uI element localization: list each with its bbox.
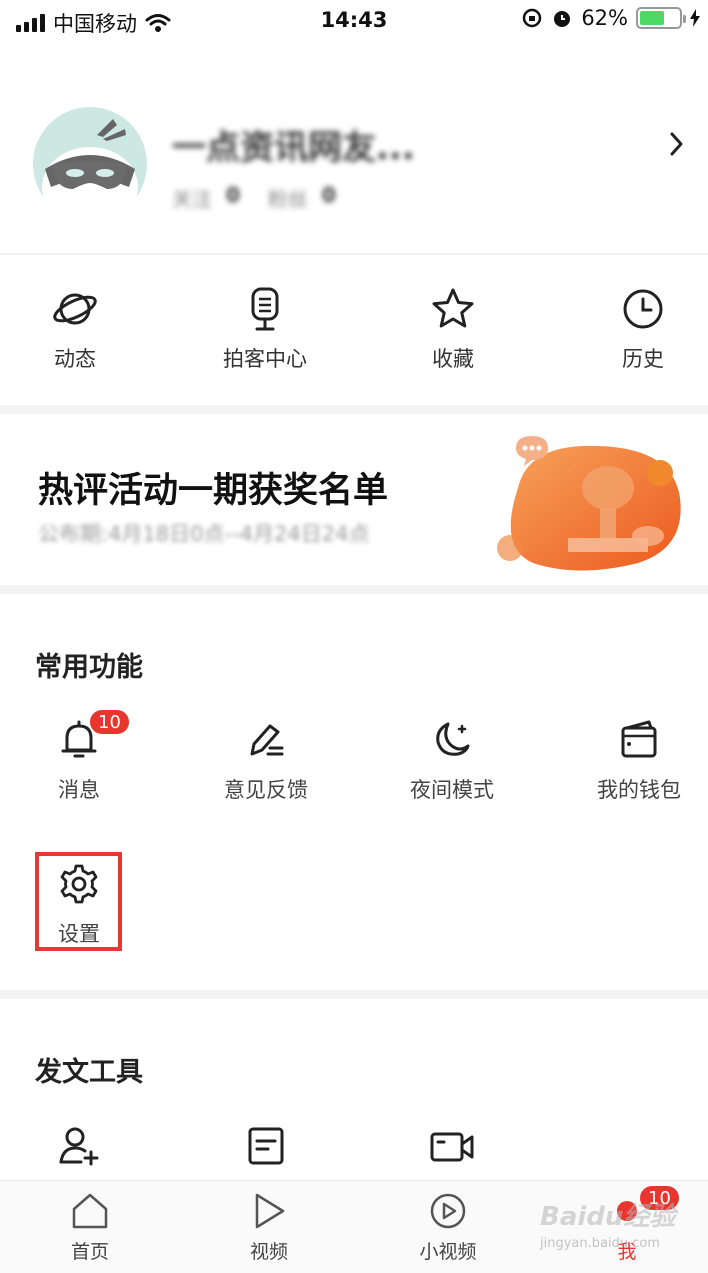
baidu-watermark-url: jingyan.baidu.com — [540, 1236, 660, 1251]
function-item-feedback[interactable]: 意见反馈 — [196, 718, 336, 804]
home-icon — [72, 1193, 108, 1229]
video-camera-icon — [430, 1132, 474, 1162]
quick-item-pai-ke[interactable]: 拍客中心 — [205, 285, 325, 373]
status-bar: 中国移动 14:43 62% — [0, 0, 708, 44]
function-item-label: 夜间模式 — [410, 778, 494, 802]
tool-item-video[interactable] — [382, 1124, 522, 1168]
messages-badge: 10 — [88, 708, 131, 736]
microphone-icon — [251, 287, 279, 331]
charging-icon — [690, 9, 700, 27]
quick-item-label: 拍客中心 — [223, 347, 307, 371]
tab-label: 小视频 — [419, 1241, 477, 1263]
profile-name: 一点资讯网友... — [172, 128, 415, 168]
quick-item-label: 收藏 — [432, 347, 474, 371]
pencil-icon — [250, 724, 284, 756]
profile-stats: 关注 0 粉丝 0 — [172, 183, 336, 212]
following-label: 关注 — [172, 187, 212, 211]
settings-highlight-box — [35, 852, 122, 951]
tool-item-add-user[interactable] — [9, 1124, 149, 1168]
battery-percent: 62% — [581, 6, 628, 30]
article-icon — [248, 1127, 284, 1165]
moon-icon — [436, 722, 470, 756]
clock-icon — [623, 289, 663, 329]
quick-actions: 动态 拍客中心 收藏 历史 — [0, 285, 708, 385]
divider — [0, 990, 708, 999]
tool-item-article[interactable] — [196, 1124, 336, 1168]
star-icon — [432, 288, 474, 328]
banner-title: 热评活动一期获奖名单 — [38, 471, 389, 511]
divider — [0, 585, 708, 594]
trophy-illustration-icon — [497, 436, 681, 571]
avatar[interactable] — [33, 107, 147, 221]
common-functions-title: 常用功能 — [35, 652, 143, 683]
function-item-messages[interactable]: 消息 — [9, 718, 149, 804]
wallet-icon — [621, 720, 657, 758]
ninja-avatar-icon — [42, 119, 138, 221]
function-item-label: 意见反馈 — [224, 778, 308, 802]
chevron-right-icon[interactable] — [668, 130, 686, 158]
tab-label: 视频 — [249, 1241, 288, 1263]
baidu-watermark: Baidu经验 — [540, 1202, 676, 1232]
planet-icon — [53, 293, 97, 325]
rotation-lock-icon — [523, 8, 542, 28]
function-item-night-mode[interactable]: 夜间模式 — [382, 718, 522, 804]
divider — [0, 405, 708, 414]
alarm-icon — [554, 11, 571, 27]
fans-count: 0 — [321, 183, 336, 207]
fans-label: 粉丝 — [267, 187, 308, 211]
quick-item-favorites[interactable]: 收藏 — [393, 285, 513, 373]
quick-item-dynamic[interactable]: 动态 — [15, 285, 135, 373]
function-item-label: 消息 — [58, 778, 100, 802]
profile-header[interactable]: 一点资讯网友... 关注 0 粉丝 0 — [0, 95, 708, 235]
battery-icon — [636, 7, 686, 29]
play-icon — [255, 1193, 285, 1229]
tab-short-video[interactable]: 小视频 — [388, 1191, 508, 1264]
promo-banner[interactable]: 热评活动一期获奖名单 公布期:4月18日0点--4月24日24点 — [0, 420, 708, 585]
tab-video[interactable]: 视频 — [209, 1191, 329, 1264]
tab-home[interactable]: 首页 — [30, 1191, 150, 1264]
quick-item-label: 动态 — [54, 347, 96, 371]
following-count: 0 — [226, 183, 240, 207]
post-tools-title: 发文工具 — [35, 1057, 143, 1088]
quick-item-history[interactable]: 历史 — [583, 285, 703, 373]
tab-label: 首页 — [70, 1241, 109, 1263]
add-user-icon — [59, 1127, 99, 1166]
play-circle-icon — [430, 1193, 466, 1229]
function-item-label: 我的钱包 — [597, 778, 681, 802]
function-item-wallet[interactable]: 我的钱包 — [569, 718, 708, 804]
quick-item-label: 历史 — [622, 347, 664, 371]
divider — [0, 253, 708, 255]
banner-subtitle: 公布期:4月18日0点--4月24日24点 — [38, 522, 370, 546]
